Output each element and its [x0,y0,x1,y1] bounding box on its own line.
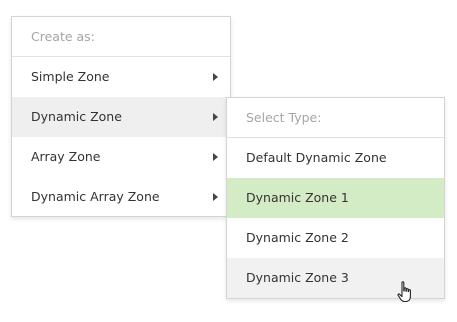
submenu-item-label: Dynamic Zone 3 [246,270,349,285]
menu-item-simple-zone[interactable]: Simple Zone [12,57,230,97]
chevron-right-icon [213,113,218,121]
select-type-submenu: Select Type: Default Dynamic Zone Dynami… [226,97,445,299]
select-type-header: Select Type: [227,98,444,138]
submenu-item-label: Default Dynamic Zone [246,150,387,165]
menu-item-dynamic-array-zone[interactable]: Dynamic Array Zone [12,177,230,217]
menu-item-label: Simple Zone [31,69,110,84]
menu-item-label: Array Zone [31,149,101,164]
hand-pointer-icon [397,281,411,303]
submenu-item-dynamic-zone-2[interactable]: Dynamic Zone 2 [227,218,444,258]
submenu-item-default-dynamic-zone[interactable]: Default Dynamic Zone [227,138,444,178]
menu-item-array-zone[interactable]: Array Zone [12,137,230,177]
chevron-right-icon [213,73,218,81]
menu-item-dynamic-zone[interactable]: Dynamic Zone [12,97,230,137]
chevron-right-icon [213,153,218,161]
submenu-item-dynamic-zone-1[interactable]: Dynamic Zone 1 [227,178,444,218]
submenu-item-label: Dynamic Zone 1 [246,190,349,205]
menu-item-label: Dynamic Zone [31,109,122,124]
create-as-header: Create as: [12,17,230,57]
menu-item-label: Dynamic Array Zone [31,189,160,204]
submenu-item-label: Dynamic Zone 2 [246,230,349,245]
create-as-menu: Create as: Simple Zone Dynamic Zone Arra… [11,16,231,217]
chevron-right-icon [213,193,218,201]
